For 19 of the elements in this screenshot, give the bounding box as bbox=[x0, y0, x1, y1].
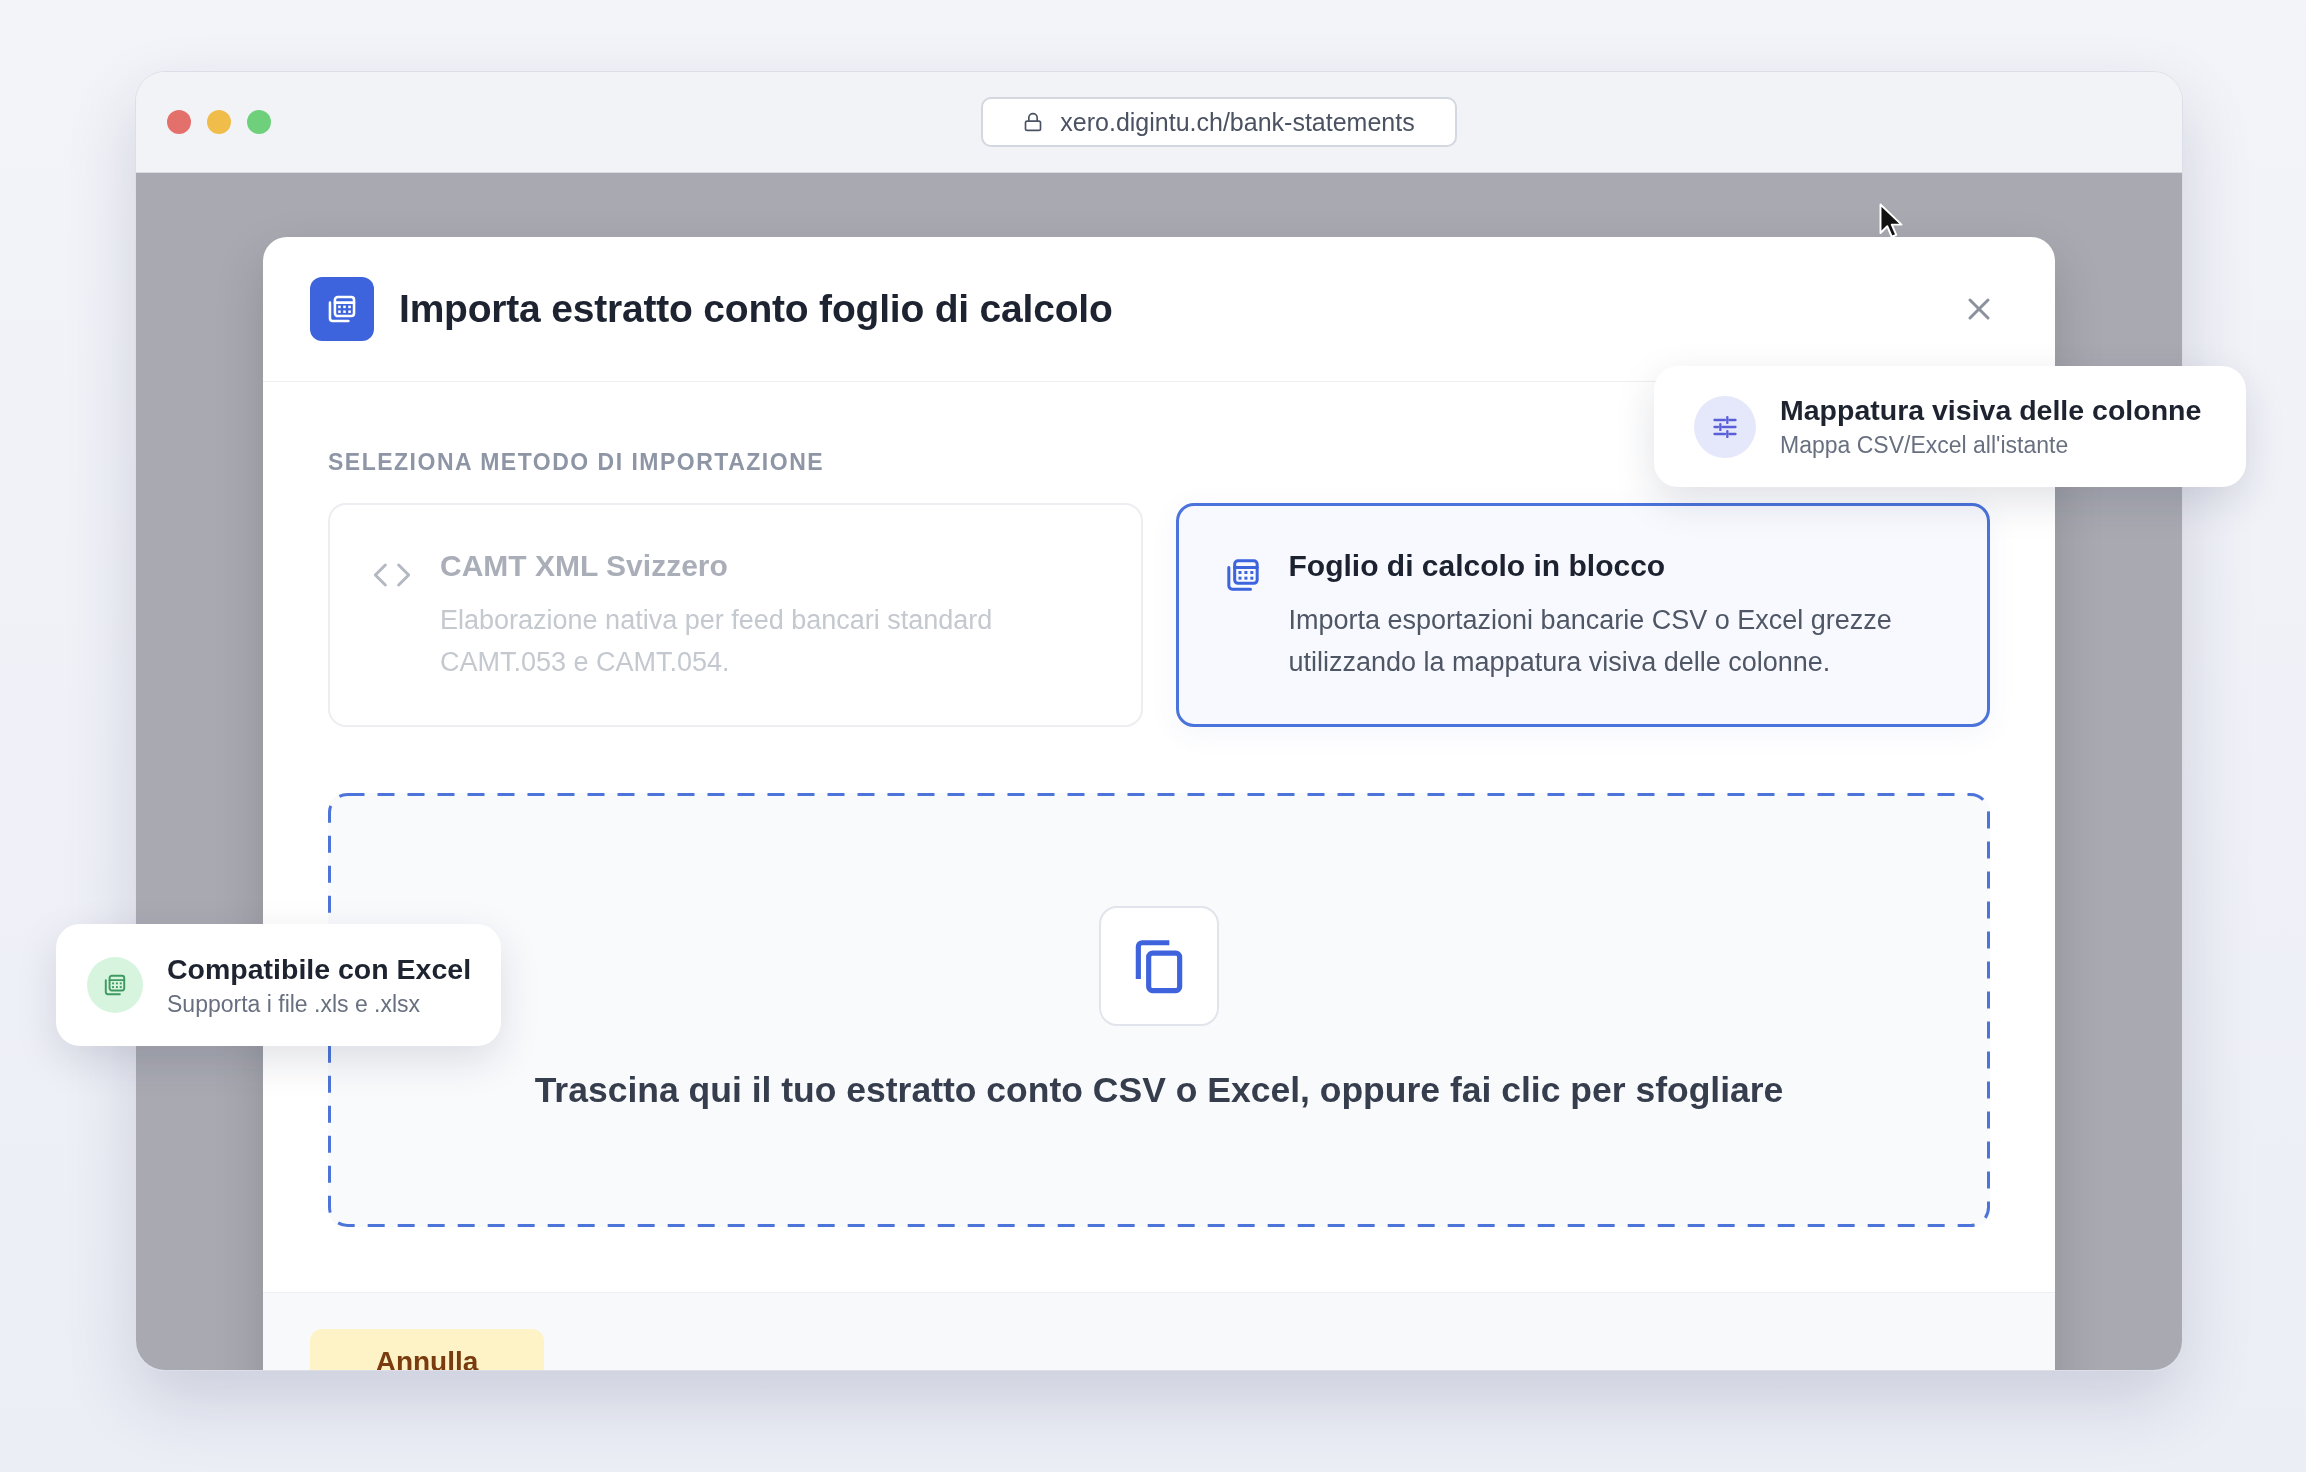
callout-subtitle: Mappa CSV/Excel all'istante bbox=[1780, 432, 2069, 459]
modal-title: Importa estratto conto foglio di calcolo bbox=[399, 287, 1113, 331]
method-card[interactable]: Foglio di calcolo in blocco Importa esportazioni bancarie CSV o Excel grezze utilizzando la mappatura visiva delle colonne. bbox=[1175, 503, 1990, 727]
close-window-icon[interactable] bbox=[167, 110, 191, 134]
method-title: Foglio di calcolo in blocco bbox=[1288, 549, 1666, 583]
drop-zone-text: Trascina qui il tuo estratto conto CSV o Excel, oppure fai clic per sfogliare bbox=[534, 1070, 1784, 1111]
url-text: xero.digintu.ch/bank-statements bbox=[1060, 107, 1415, 137]
callout-title: Mappatura visiva delle colonne bbox=[1780, 394, 2202, 427]
address-field[interactable]: xero.digintu.ch/bank-statements bbox=[981, 97, 1457, 147]
spreadsheet-icon bbox=[87, 957, 143, 1013]
zoom-window-icon[interactable] bbox=[247, 110, 271, 134]
lock-icon bbox=[1023, 112, 1044, 132]
minimize-window-icon[interactable] bbox=[207, 110, 231, 134]
method-description: Importa esportazioni bancarie CSV o Excel grezze utilizzando la mappatura visiva delle colonne. bbox=[1288, 604, 1893, 679]
copy-icon bbox=[1099, 906, 1219, 1026]
method-description: Elaborazione nativa per feed bancari standard CAMT.053 e CAMT.054. bbox=[440, 604, 994, 679]
spreadsheet-icon bbox=[310, 277, 374, 341]
section-label: SELEZIONA METODO DI IMPORTAZIONE bbox=[328, 450, 825, 474]
method-title: CAMT XML Svizzero bbox=[440, 549, 728, 583]
